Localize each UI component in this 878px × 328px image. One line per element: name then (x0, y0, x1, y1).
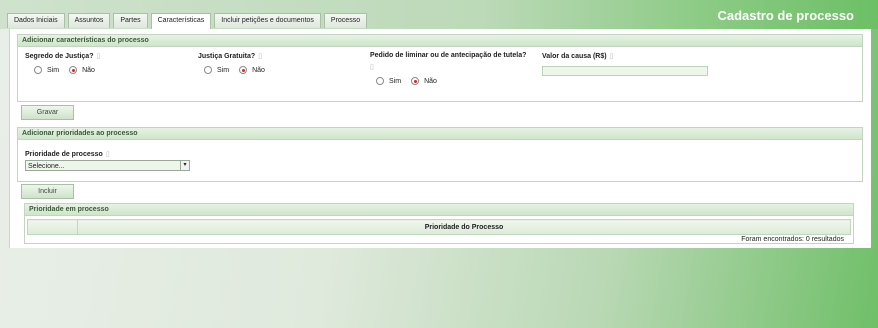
page-title: Cadastro de processo (717, 8, 854, 23)
gratuita-sim-radio[interactable] (204, 66, 212, 74)
tab-incluir-peticoes[interactable]: Incluir petições e documentos (214, 13, 321, 28)
gratuita-label-text: Justiça Gratuita? (198, 53, 256, 60)
prioridade-select[interactable]: Selecione... ▾ (25, 160, 190, 171)
table-header-empty (27, 219, 78, 235)
gratuita-nao-label: Não (252, 66, 265, 74)
segredo-nao-label: Não (82, 66, 95, 74)
segredo-nao-radio[interactable] (69, 66, 78, 74)
prioridade-label-text: Prioridade de processo (25, 151, 103, 158)
tab-assuntos[interactable]: Assuntos (67, 13, 111, 28)
priority-table-wrapper: Prioridade do Processo (24, 216, 854, 244)
tab-processo[interactable]: Processo (323, 13, 368, 28)
info-icon: ▯ (258, 53, 263, 60)
table-header-row: Prioridade do Processo (27, 219, 851, 235)
gratuita-label: Justiça Gratuita? ▯ (198, 52, 262, 60)
liminar-sim-label: Sim (389, 77, 402, 85)
table-header-prioridade[interactable]: Prioridade do Processo (77, 219, 851, 235)
tab-caracteristicas[interactable]: Características (150, 13, 212, 29)
liminar-nao-radio[interactable] (411, 77, 420, 85)
priorities-heading: Adicionar prioridades ao processo (18, 128, 862, 140)
segredo-sim-label: Sim (47, 66, 60, 74)
tab-dados-iniciais[interactable]: Dados Iniciais (7, 13, 65, 28)
chevron-down-icon[interactable]: ▾ (180, 161, 189, 170)
liminar-sim-radio[interactable] (376, 77, 384, 85)
segredo-label: Segredo de Justiça? ▯ (25, 52, 100, 60)
priority-list: Prioridade em processo Prioridade do Pro… (24, 203, 854, 244)
top-bar: Dados Iniciais Assuntos Partes Caracterí… (0, 0, 878, 29)
valor-causa-label: Valor da causa (R$) ▯ (542, 52, 613, 60)
prioridade-select-value: Selecione... (28, 163, 65, 170)
valor-causa-input[interactable] (542, 66, 708, 76)
priority-list-heading: Prioridade em processo (24, 203, 854, 216)
prioridade-label: Prioridade de processo ▯ (25, 150, 110, 158)
gravar-button[interactable]: Gravar (21, 105, 74, 120)
priority-table: Prioridade do Processo (27, 219, 851, 235)
liminar-label-text: Pedido de liminar ou de antecipação de t… (370, 52, 527, 59)
info-icon: ▯ (609, 53, 614, 60)
info-icon: ▯ (105, 151, 110, 158)
valor-causa-label-text: Valor da causa (R$) (542, 53, 607, 60)
tab-bar: Dados Iniciais Assuntos Partes Caracterí… (7, 13, 368, 29)
info-icon: ▯ (96, 53, 101, 60)
tab-partes[interactable]: Partes (113, 13, 148, 28)
results-count: Foram encontrados: 0 resultados (741, 236, 844, 243)
gratuita-radios: Sim Não (204, 66, 275, 74)
gratuita-nao-radio[interactable] (239, 66, 248, 74)
segredo-sim-radio[interactable] (34, 66, 42, 74)
priorities-panel: Adicionar prioridades ao processo Priori… (17, 127, 863, 182)
incluir-button[interactable]: Incluir (21, 184, 74, 199)
characteristics-panel: Adicionar características do processo Se… (17, 34, 863, 102)
segredo-radios: Sim Não (34, 66, 105, 74)
gratuita-sim-label: Sim (217, 66, 230, 74)
segredo-label-text: Segredo de Justiça? (25, 53, 94, 60)
main-content: Adicionar características do processo Se… (9, 29, 871, 248)
characteristics-heading: Adicionar características do processo (18, 35, 862, 47)
liminar-radios: Sim Não (376, 77, 447, 85)
info-icon: ▯ (370, 64, 374, 71)
liminar-label: Pedido de liminar ou de antecipação de t… (370, 52, 526, 59)
liminar-nao-label: Não (424, 77, 437, 85)
